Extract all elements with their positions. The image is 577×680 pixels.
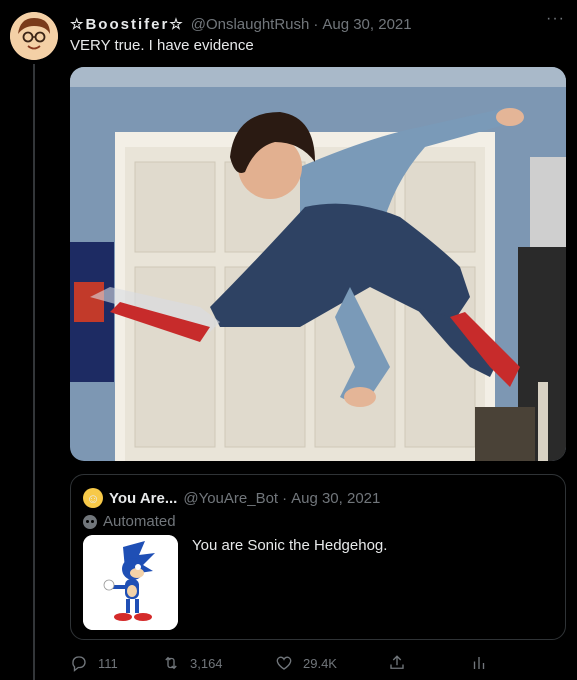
separator: · bbox=[313, 15, 319, 33]
automated-label: Automated bbox=[83, 513, 176, 530]
retweet-button[interactable]: 3,164 bbox=[162, 654, 223, 672]
avatar[interactable] bbox=[10, 12, 58, 60]
tweet-photo[interactable] bbox=[70, 67, 566, 461]
quote-date[interactable]: Aug 30, 2021 bbox=[291, 490, 380, 507]
tweet-header: ☆Boostifer☆ @OnslaughtRush · Aug 30, 202… bbox=[70, 14, 577, 34]
quote-display-name[interactable]: You Are... bbox=[109, 490, 177, 507]
thread-line bbox=[33, 64, 35, 680]
like-count: 29.4K bbox=[303, 655, 337, 671]
quoted-tweet[interactable]: ☺ You Are... @YouAre_Bot · Aug 30, 2021 … bbox=[70, 474, 566, 640]
analytics-icon bbox=[473, 657, 485, 669]
quote-text: You are Sonic the Hedgehog. bbox=[192, 537, 388, 554]
retweet-count: 3,164 bbox=[190, 655, 223, 671]
retweet-icon bbox=[165, 656, 177, 670]
share-icon bbox=[390, 655, 404, 669]
quote-separator: · bbox=[282, 489, 288, 507]
tweet-date[interactable]: Aug 30, 2021 bbox=[322, 16, 411, 33]
bot-icon bbox=[83, 514, 97, 529]
quote-header: ☺ You Are... @YouAre_Bot · Aug 30, 2021 bbox=[83, 488, 380, 508]
automated-text: Automated bbox=[103, 513, 176, 530]
share-button[interactable] bbox=[388, 654, 416, 672]
quote-thumbnail[interactable] bbox=[83, 535, 178, 630]
quote-handle[interactable]: @YouAre_Bot bbox=[183, 490, 278, 507]
handle[interactable]: @OnslaughtRush bbox=[191, 16, 310, 33]
like-button[interactable]: 29.4K bbox=[275, 654, 337, 672]
reply-icon bbox=[72, 656, 86, 672]
analytics-button[interactable] bbox=[470, 654, 498, 672]
tweet-text: VERY true. I have evidence bbox=[70, 37, 254, 54]
bot-avatar: ☺ bbox=[83, 488, 103, 508]
action-bar: 111 3,164 29.4K bbox=[70, 654, 500, 676]
like-icon bbox=[276, 656, 292, 670]
display-name[interactable]: ☆Boostifer☆ bbox=[70, 15, 185, 33]
reply-count: 111 bbox=[98, 655, 118, 671]
reply-button[interactable]: 111 bbox=[70, 654, 118, 672]
more-icon[interactable]: ··· bbox=[546, 10, 565, 28]
